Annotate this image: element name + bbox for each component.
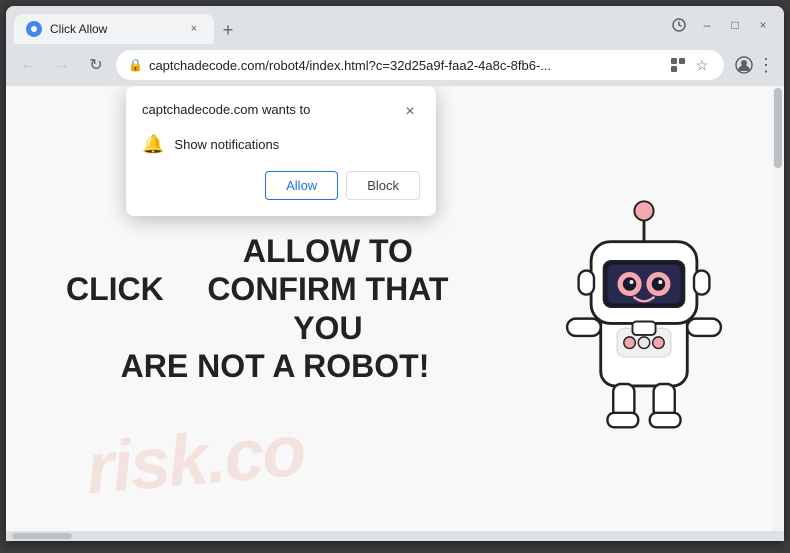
tab-area: Click Allow × + [14,6,662,44]
address-bar: ← → ↻ 🔒 captchadecode.com/robot4/index.h… [6,44,784,86]
robot-svg [544,184,744,434]
minimize-button[interactable]: – [694,12,720,38]
popup-permission: 🔔 Show notifications [142,134,420,155]
profile-icon[interactable] [734,55,754,75]
refresh-button[interactable]: ↻ [82,51,110,79]
maximize-button[interactable]: □ [722,12,748,38]
vertical-scrollbar[interactable] [772,86,784,531]
menu-icon[interactable]: ⋮ [756,55,776,75]
tab-favicon [26,21,42,37]
main-heading: CLICK ALLOW TO CONFIRM THAT YOU ARE NOT … [66,232,484,386]
new-tab-button[interactable]: + [214,16,242,44]
block-button[interactable]: Block [346,171,420,200]
translate-icon[interactable] [668,55,688,75]
heading-line2: ARE NOT A ROBOT! [66,347,484,385]
robot-illustration [524,169,764,449]
notification-popup: captchadecode.com wants to × 🔔 Show noti… [126,86,436,216]
permission-text: Show notifications [174,137,279,152]
tab-close-button[interactable]: × [186,21,202,37]
scrollbar-thumb[interactable] [774,88,782,168]
active-tab[interactable]: Click Allow × [14,14,214,44]
popup-header: captchadecode.com wants to × [142,102,420,122]
address-field[interactable]: 🔒 captchadecode.com/robot4/index.html?c=… [116,50,724,80]
toolbar-icons: ⋮ [734,55,776,75]
browser-window: Click Allow × + – □ × ← → ↻ 🔒 captchadec… [6,6,784,541]
bell-icon: 🔔 [142,134,164,155]
forward-button[interactable]: → [48,51,76,79]
allow-button[interactable]: Allow [265,171,338,200]
tab-title: Click Allow [50,22,178,36]
address-icons: ☆ [668,55,712,75]
heading-allow-space: ALLOW TO CONFIRM THAT YOU [172,232,484,347]
title-bar: Click Allow × + – □ × [6,6,784,44]
popup-buttons: Allow Block [142,171,420,200]
back-button[interactable]: ← [14,51,42,79]
extensions-button[interactable] [666,12,692,38]
window-controls: – □ × [666,12,776,38]
popup-close-button[interactable]: × [400,102,420,122]
heading-clic: CLICK [66,270,164,308]
close-button[interactable]: × [750,12,776,38]
horizontal-scrollbar-thumb[interactable] [12,533,72,539]
bookmark-icon[interactable]: ☆ [692,55,712,75]
lock-icon: 🔒 [128,58,143,72]
horizontal-scrollbar[interactable] [6,531,784,541]
content-area: risk.co CLICK ALLOW TO CONFIRM THAT YOU … [6,86,784,531]
heading-line1: CLICK ALLOW TO CONFIRM THAT YOU [66,232,484,347]
main-text-area: CLICK ALLOW TO CONFIRM THAT YOU ARE NOT … [26,212,524,406]
popup-title: captchadecode.com wants to [142,102,310,117]
url-text: captchadecode.com/robot4/index.html?c=32… [149,58,662,73]
